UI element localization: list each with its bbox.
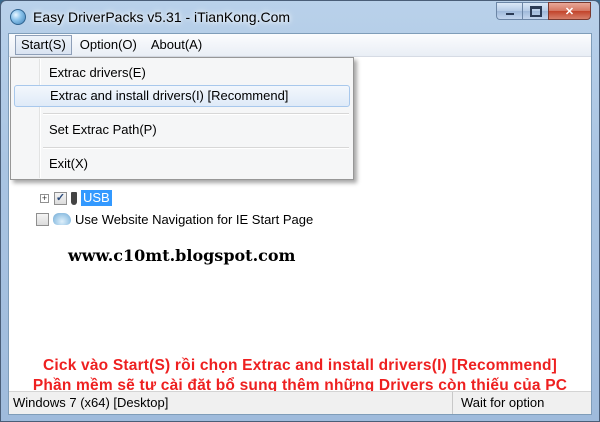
menu-item-extrac-drivers[interactable]: Extrac drivers(E): [14, 62, 350, 84]
menu-item-exit[interactable]: Exit(X): [14, 153, 350, 175]
menu-start[interactable]: Start(S): [15, 35, 72, 55]
maximize-icon: [529, 5, 542, 17]
status-bar: Windows 7 (x64) [Desktop] Wait for optio…: [9, 391, 591, 414]
usb-icon: [71, 191, 77, 205]
menu-bar: Start(S) Option(O) About(A): [9, 34, 591, 57]
minimize-button[interactable]: [496, 2, 522, 20]
menu-item-set-path[interactable]: Set Extrac Path(P): [14, 119, 350, 141]
close-button[interactable]: ✕: [548, 2, 591, 20]
website-nav-checkbox[interactable]: [36, 212, 49, 226]
menu-option[interactable]: Option(O): [74, 35, 143, 55]
instruction-notice: Cick vào Start(S) rồi chọn Extrac and in…: [9, 356, 591, 396]
usb-expander[interactable]: +: [40, 193, 49, 203]
maximize-button[interactable]: [522, 2, 548, 20]
status-os: Windows 7 (x64) [Desktop]: [9, 392, 453, 414]
ie-cloud-icon: [53, 213, 71, 225]
menu-separator: [43, 147, 349, 149]
start-menu-dropdown: Extrac drivers(E) Extrac and install dri…: [10, 57, 354, 180]
tree-row-website-nav[interactable]: Use Website Navigation for IE Start Page: [36, 210, 313, 228]
app-icon[interactable]: [10, 9, 26, 25]
usb-checkbox[interactable]: ✓: [54, 191, 67, 205]
window-title: Easy DriverPacks v5.31 - iTianKong.Com: [33, 9, 291, 25]
minimize-icon: [505, 13, 514, 15]
menu-item-extrac-install[interactable]: Extrac and install drivers(I) [Recommend…: [14, 85, 350, 107]
menu-separator: [43, 113, 349, 115]
close-icon: ✕: [564, 5, 575, 18]
title-bar[interactable]: Easy DriverPacks v5.31 - iTianKong.Com ✕: [1, 1, 599, 33]
menu-about[interactable]: About(A): [145, 35, 208, 55]
tree-row-usb[interactable]: + ✓ USB: [40, 189, 112, 207]
caption-buttons: ✕: [496, 2, 591, 22]
notice-line-1: Cick vào Start(S) rồi chọn Extrac and in…: [42, 357, 558, 374]
website-nav-label[interactable]: Use Website Navigation for IE Start Page: [75, 212, 313, 227]
watermark-text: www.c10mt.blogspot.com: [68, 246, 296, 265]
status-state: Wait for option: [461, 395, 545, 410]
usb-label[interactable]: USB: [81, 190, 112, 206]
